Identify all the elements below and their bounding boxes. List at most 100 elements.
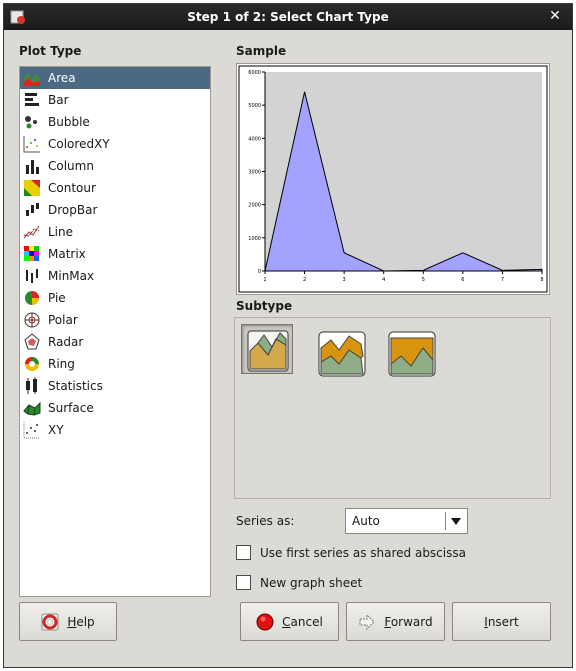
forward-button-label: Forward [384,614,433,629]
column-chart-icon [26,160,39,174]
overlay-area-icon [388,331,436,377]
mnemonic-letter: P [19,44,28,58]
plot-type-item-line[interactable]: Line [20,221,210,243]
help-button-label: Help [67,614,95,629]
help-button[interactable]: Help [19,602,117,641]
y-tick-label: 3000 [248,170,261,176]
y-tick-label: 2000 [248,203,261,209]
chart-wizard-dialog: Step 1 of 2: Select Chart Type ✕ Plot Ty… [3,3,573,668]
subtype-stacked-area-button[interactable] [241,324,293,374]
plot-type-label: XY [48,423,64,437]
plot-type-item-statistics[interactable]: Statistics [20,375,210,397]
bubble-chart-icon [25,116,37,129]
cancel-button[interactable]: Cancel [240,602,339,641]
shared-abscissa-box[interactable] [236,545,251,560]
plot-type-label: Line [48,225,74,239]
mnemonic-letter: S [236,299,245,313]
plot-type-list[interactable]: Area Bar Bubble ColoredXY Column Contour DropB… [19,66,211,597]
plot-type-label: Pie [48,291,66,305]
plot-type-item-pie[interactable]: Pie [20,287,210,309]
plot-type-label: Bubble [48,115,90,129]
shared-abscissa-label: Use first series as shared abscissa [260,545,466,560]
insert-button[interactable]: Insert [452,602,551,641]
subtype-percent-area-button[interactable] [315,328,367,378]
subtype-overlay-area-button[interactable] [385,328,437,378]
forward-button[interactable]: Forward [346,602,445,641]
shared-abscissa-checkbox[interactable]: Use first series as shared abscissa [236,545,466,560]
dropdown-arrow-icon [451,518,461,525]
x-tick-label: 3 [343,277,346,283]
plot-type-label: Ring [48,357,75,371]
radar-chart-icon [24,333,40,350]
y-tick-label: 4000 [248,136,261,142]
window-title: Step 1 of 2: Select Chart Type [187,10,389,24]
x-tick-label: 7 [501,277,504,283]
y-tick-label: 5000 [248,103,261,109]
plot-type-item-xy[interactable]: XY [20,419,210,441]
bar-chart-icon [25,93,39,106]
plot-type-item-coloredxy[interactable]: ColoredXY [20,133,210,155]
plot-type-item-minmax[interactable]: MinMax [20,265,210,287]
plot-type-item-bar[interactable]: Bar [20,89,210,111]
series-as-combo[interactable]: Auto [345,508,468,534]
stacked-area-icon [247,330,289,372]
ring-chart-icon [25,357,39,371]
plot-type-item-polar[interactable]: Polar [20,309,210,331]
mnemonic-letter: C [282,614,291,629]
matrix-chart-icon [24,246,39,261]
sample-heading: Sample [236,44,287,58]
plot-type-item-column[interactable]: Column [20,155,210,177]
cancel-button-label: Cancel [282,614,323,629]
surface-chart-icon [23,401,41,416]
stop-icon [256,613,274,630]
polar-chart-icon [24,312,40,328]
plot-type-item-contour[interactable]: Contour [20,177,210,199]
subtype-heading: Subtype [236,299,293,313]
mnemonic-letter: H [67,614,77,629]
y-tick-label: 1000 [248,236,261,242]
plot-type-item-radar[interactable]: Radar [20,331,210,353]
sample-preview: 0 1000 2000 3000 4000 5000 6000 1 2 3 4 5 6 7 8 [236,63,550,295]
combo-separator [445,512,446,530]
plot-type-label: Area [48,71,76,85]
statistics-chart-icon [26,377,37,394]
x-tick-label: 4 [382,277,385,283]
x-tick-label: 2 [303,277,306,283]
y-tick-label: 6000 [248,70,261,76]
series-as-label: Series as: [236,514,295,528]
title-bar[interactable]: Step 1 of 2: Select Chart Type ✕ [4,4,572,30]
x-tick-label: 8 [540,277,543,283]
plot-type-label: Matrix [48,247,86,261]
plot-type-label: Contour [48,181,96,195]
plot-type-item-matrix[interactable]: Matrix [20,243,210,265]
plot-type-label: Radar [48,335,84,349]
plot-type-label: MinMax [48,269,95,283]
close-icon[interactable]: ✕ [548,9,562,23]
plot-type-item-surface[interactable]: Surface [20,397,210,419]
forward-arrow-icon [359,613,376,630]
plot-type-item-dropbar[interactable]: DropBar [20,199,210,221]
dropbar-chart-icon [26,203,39,216]
minmax-chart-icon [26,269,38,283]
pie-chart-icon [25,291,39,305]
contour-chart-icon [24,180,40,196]
plot-type-label: Column [48,159,94,173]
plot-type-label: Surface [48,401,94,415]
plot-type-item-area[interactable]: Area [20,67,210,89]
new-graph-sheet-label: New graph sheet [260,575,363,590]
x-tick-label: 6 [461,277,464,283]
mnemonic-letter: F [384,614,391,629]
new-graph-sheet-box[interactable] [236,575,251,590]
new-graph-sheet-checkbox[interactable]: New graph sheet [236,575,362,590]
subtype-panel [234,317,551,499]
line-chart-icon [23,225,40,239]
plot-type-item-ring[interactable]: Ring [20,353,210,375]
plot-type-item-bubble[interactable]: Bubble [20,111,210,133]
percent-area-icon [318,331,366,377]
x-tick-label: 1 [263,277,266,283]
help-lifebuoy-icon [41,613,59,630]
plot-type-label: ColoredXY [48,137,110,151]
mnemonic-letter: I [484,614,488,629]
plot-type-heading: Plot Type [19,44,81,58]
plot-type-label: Statistics [48,379,103,393]
